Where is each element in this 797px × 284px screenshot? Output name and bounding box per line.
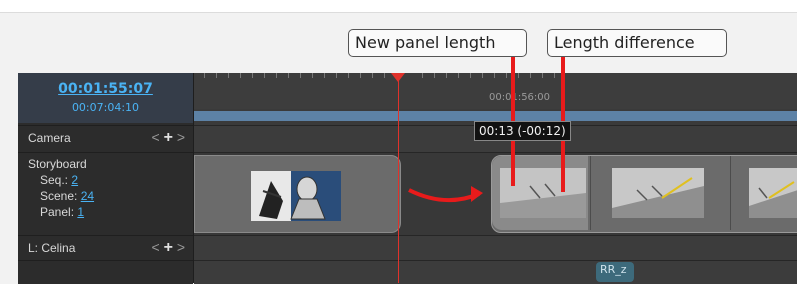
length-tooltip: 00:13 (-00:12) (474, 121, 571, 141)
callout-new-panel-length: New panel length (348, 29, 527, 57)
current-time[interactable]: 00:01:55:07 (18, 81, 193, 97)
seq-link[interactable]: 2 (71, 173, 78, 187)
track-name-storyboard: Storyboard (28, 157, 87, 171)
callout-length-difference: Length difference (547, 29, 727, 57)
playhead[interactable] (398, 73, 399, 283)
track-name-camera: Camera (28, 131, 71, 145)
seq-label: Seq.: (40, 173, 69, 187)
panel-thumbnail (251, 171, 341, 221)
playhead-handle[interactable] (391, 73, 405, 82)
panel-label: Panel: (40, 205, 75, 219)
scene-bar[interactable] (194, 111, 797, 121)
panel-thumbnail (749, 168, 797, 218)
panel-clip-current[interactable] (491, 155, 797, 233)
track-name-layer: L: Celina (28, 241, 76, 255)
add-icon[interactable]: + (164, 239, 173, 256)
timeline-panel: 00:01:55:07 00:07:04:10 Camera < + > Sto… (18, 73, 797, 284)
track-header-camera[interactable]: Camera < + > (18, 125, 193, 152)
clip-badge[interactable]: RR_z (596, 262, 634, 282)
panel-clip-previous[interactable] (194, 155, 401, 233)
ruler-time-label: 00:01:56:00 (489, 92, 551, 103)
scene-label: Scene: (40, 189, 78, 203)
empty-track (194, 260, 797, 284)
time-display: 00:01:55:07 00:07:04:10 (18, 73, 193, 123)
nav-right-icon[interactable]: > (177, 129, 185, 145)
time-ruler[interactable]: 00:01:56:00 (194, 73, 797, 109)
camera-controls: < + > (152, 129, 186, 147)
layer-track[interactable] (194, 235, 797, 260)
drag-arrow-icon (408, 186, 483, 203)
track-header-empty (18, 260, 193, 284)
nav-left-icon[interactable]: < (152, 239, 160, 255)
panel-link[interactable]: 1 (77, 205, 84, 219)
scene-link[interactable]: 24 (81, 189, 94, 203)
nav-left-icon[interactable]: < (152, 129, 160, 145)
storyboard-track[interactable] (194, 152, 797, 235)
nav-right-icon[interactable]: > (177, 239, 185, 255)
add-icon[interactable]: + (164, 129, 173, 146)
track-header-column: 00:01:55:07 00:07:04:10 Camera < + > Sto… (18, 73, 194, 284)
panel-thumbnail (612, 168, 704, 218)
layer-controls: < + > (152, 239, 186, 257)
track-header-layer[interactable]: L: Celina < + > (18, 235, 193, 260)
total-time: 00:07:04:10 (71, 101, 140, 114)
track-header-storyboard[interactable]: Storyboard Seq.: 2 Scene: 24 Panel: 1 (18, 152, 193, 235)
